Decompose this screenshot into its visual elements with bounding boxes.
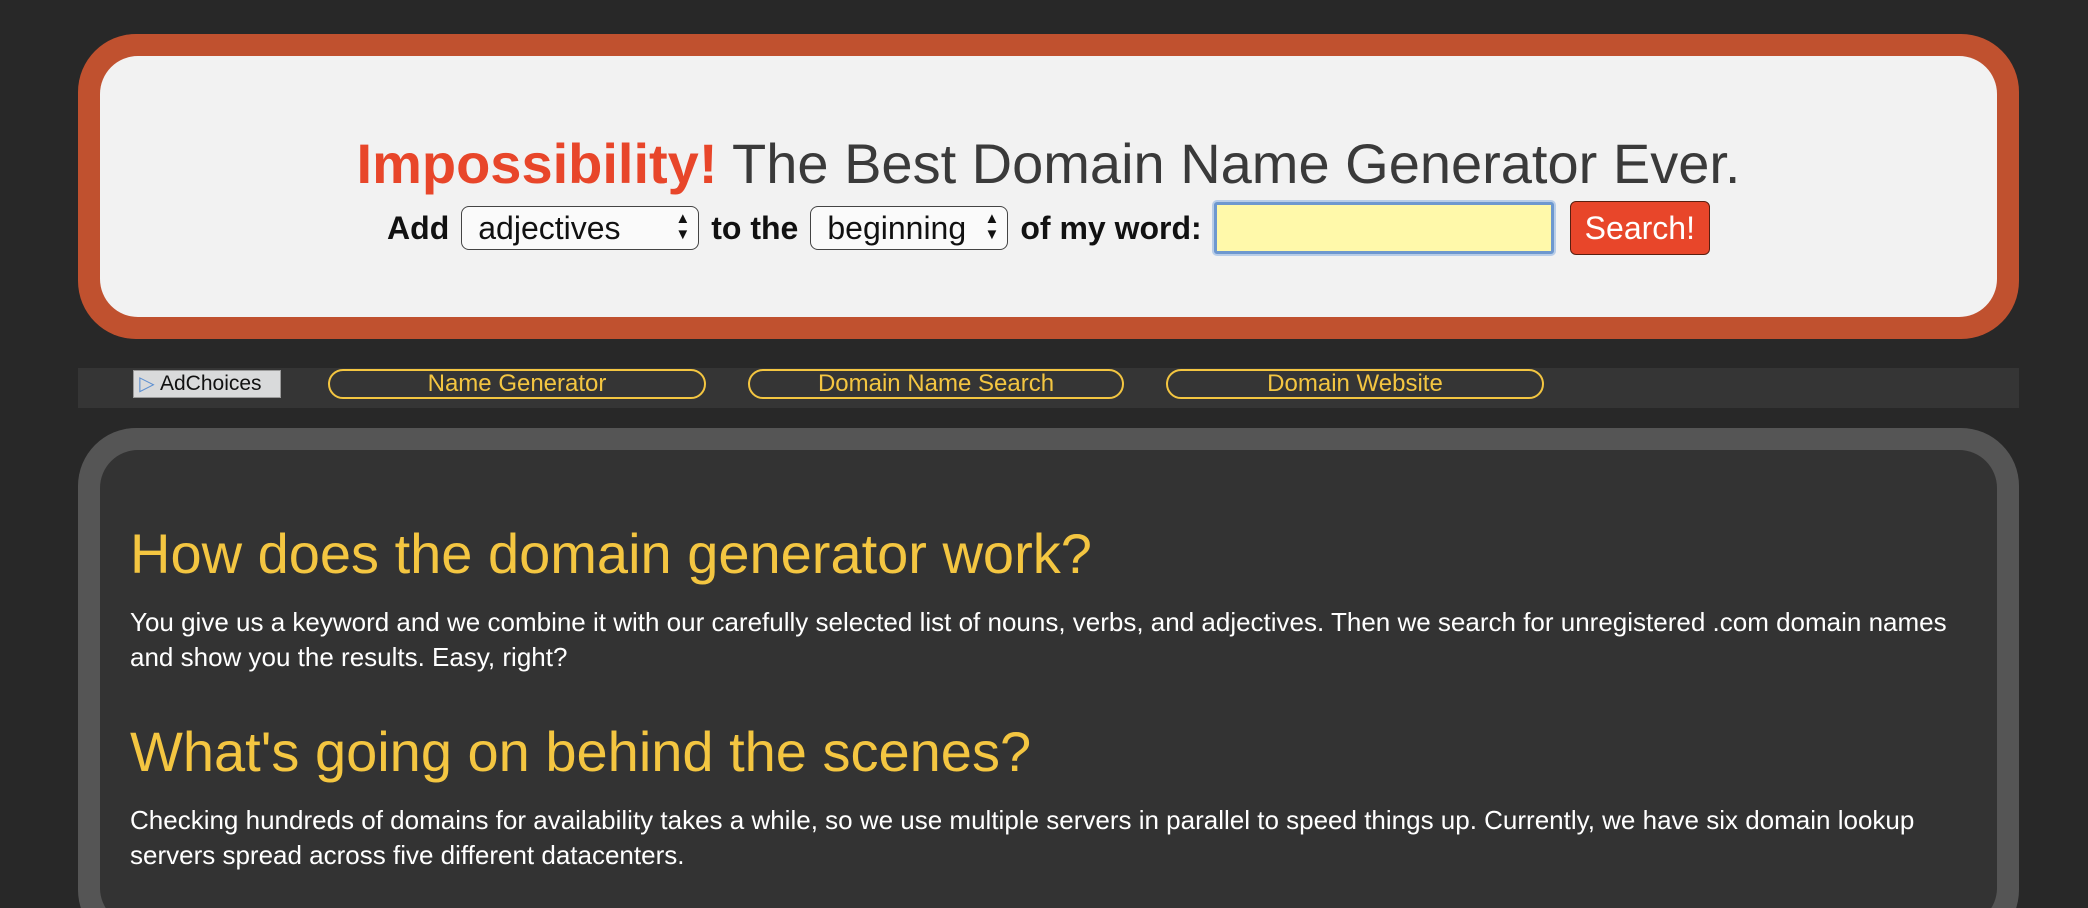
brand-name: Impossibility!: [356, 132, 718, 195]
header-card: Impossibility! The Best Domain Name Gene…: [78, 34, 2019, 339]
title-tagline: The Best Domain Name Generator Ever.: [717, 132, 1741, 195]
content-panel: How does the domain generator work? You …: [100, 450, 1997, 908]
adchoices-label: AdChoices: [160, 372, 262, 395]
page: Impossibility! The Best Domain Name Gene…: [0, 0, 2088, 908]
adchoices-triangle-icon: ▷: [139, 373, 155, 395]
section-text: You give us a keyword and we combine it …: [130, 607, 1947, 672]
section-text: Checking hundreds of domains for availab…: [130, 805, 1915, 870]
header-panel: Impossibility! The Best Domain Name Gene…: [100, 56, 1997, 317]
keyword-input[interactable]: [1213, 202, 1554, 254]
generator-form: Add adjectives ▲ ▼ to the beginning ▲ ▼ of…: [100, 200, 1997, 256]
content-card: How does the domain generator work? You …: [78, 428, 2019, 908]
section-heading: What's going on behind the scenes?: [130, 720, 1032, 783]
adchoices-button[interactable]: ▷ AdChoices: [133, 370, 281, 398]
add-label: Add: [387, 209, 450, 246]
nav-bar: ▷ AdChoices Name Generator Domain Name S…: [78, 368, 2019, 408]
search-button[interactable]: Search!: [1569, 201, 1710, 255]
updown-arrows-icon: ▲ ▼: [984, 210, 1000, 243]
updown-arrows-icon: ▲ ▼: [675, 210, 691, 243]
nav-link-domain-name-search[interactable]: Domain Name Search: [748, 369, 1124, 399]
to-the-label: to the: [711, 209, 799, 246]
section-heading: How does the domain generator work?: [130, 522, 1092, 585]
word-type-select[interactable]: adjectives ▲ ▼: [461, 206, 700, 250]
position-select[interactable]: beginning ▲ ▼: [810, 206, 1009, 250]
nav-link-name-generator[interactable]: Name Generator: [328, 369, 706, 399]
of-my-word-label: of my word:: [1020, 209, 1202, 246]
nav-link-domain-website[interactable]: Domain Website: [1166, 369, 1544, 399]
position-select-value: beginning: [827, 210, 967, 246]
word-type-select-value: adjectives: [478, 210, 621, 246]
page-title: Impossibility! The Best Domain Name Gene…: [100, 132, 1997, 196]
